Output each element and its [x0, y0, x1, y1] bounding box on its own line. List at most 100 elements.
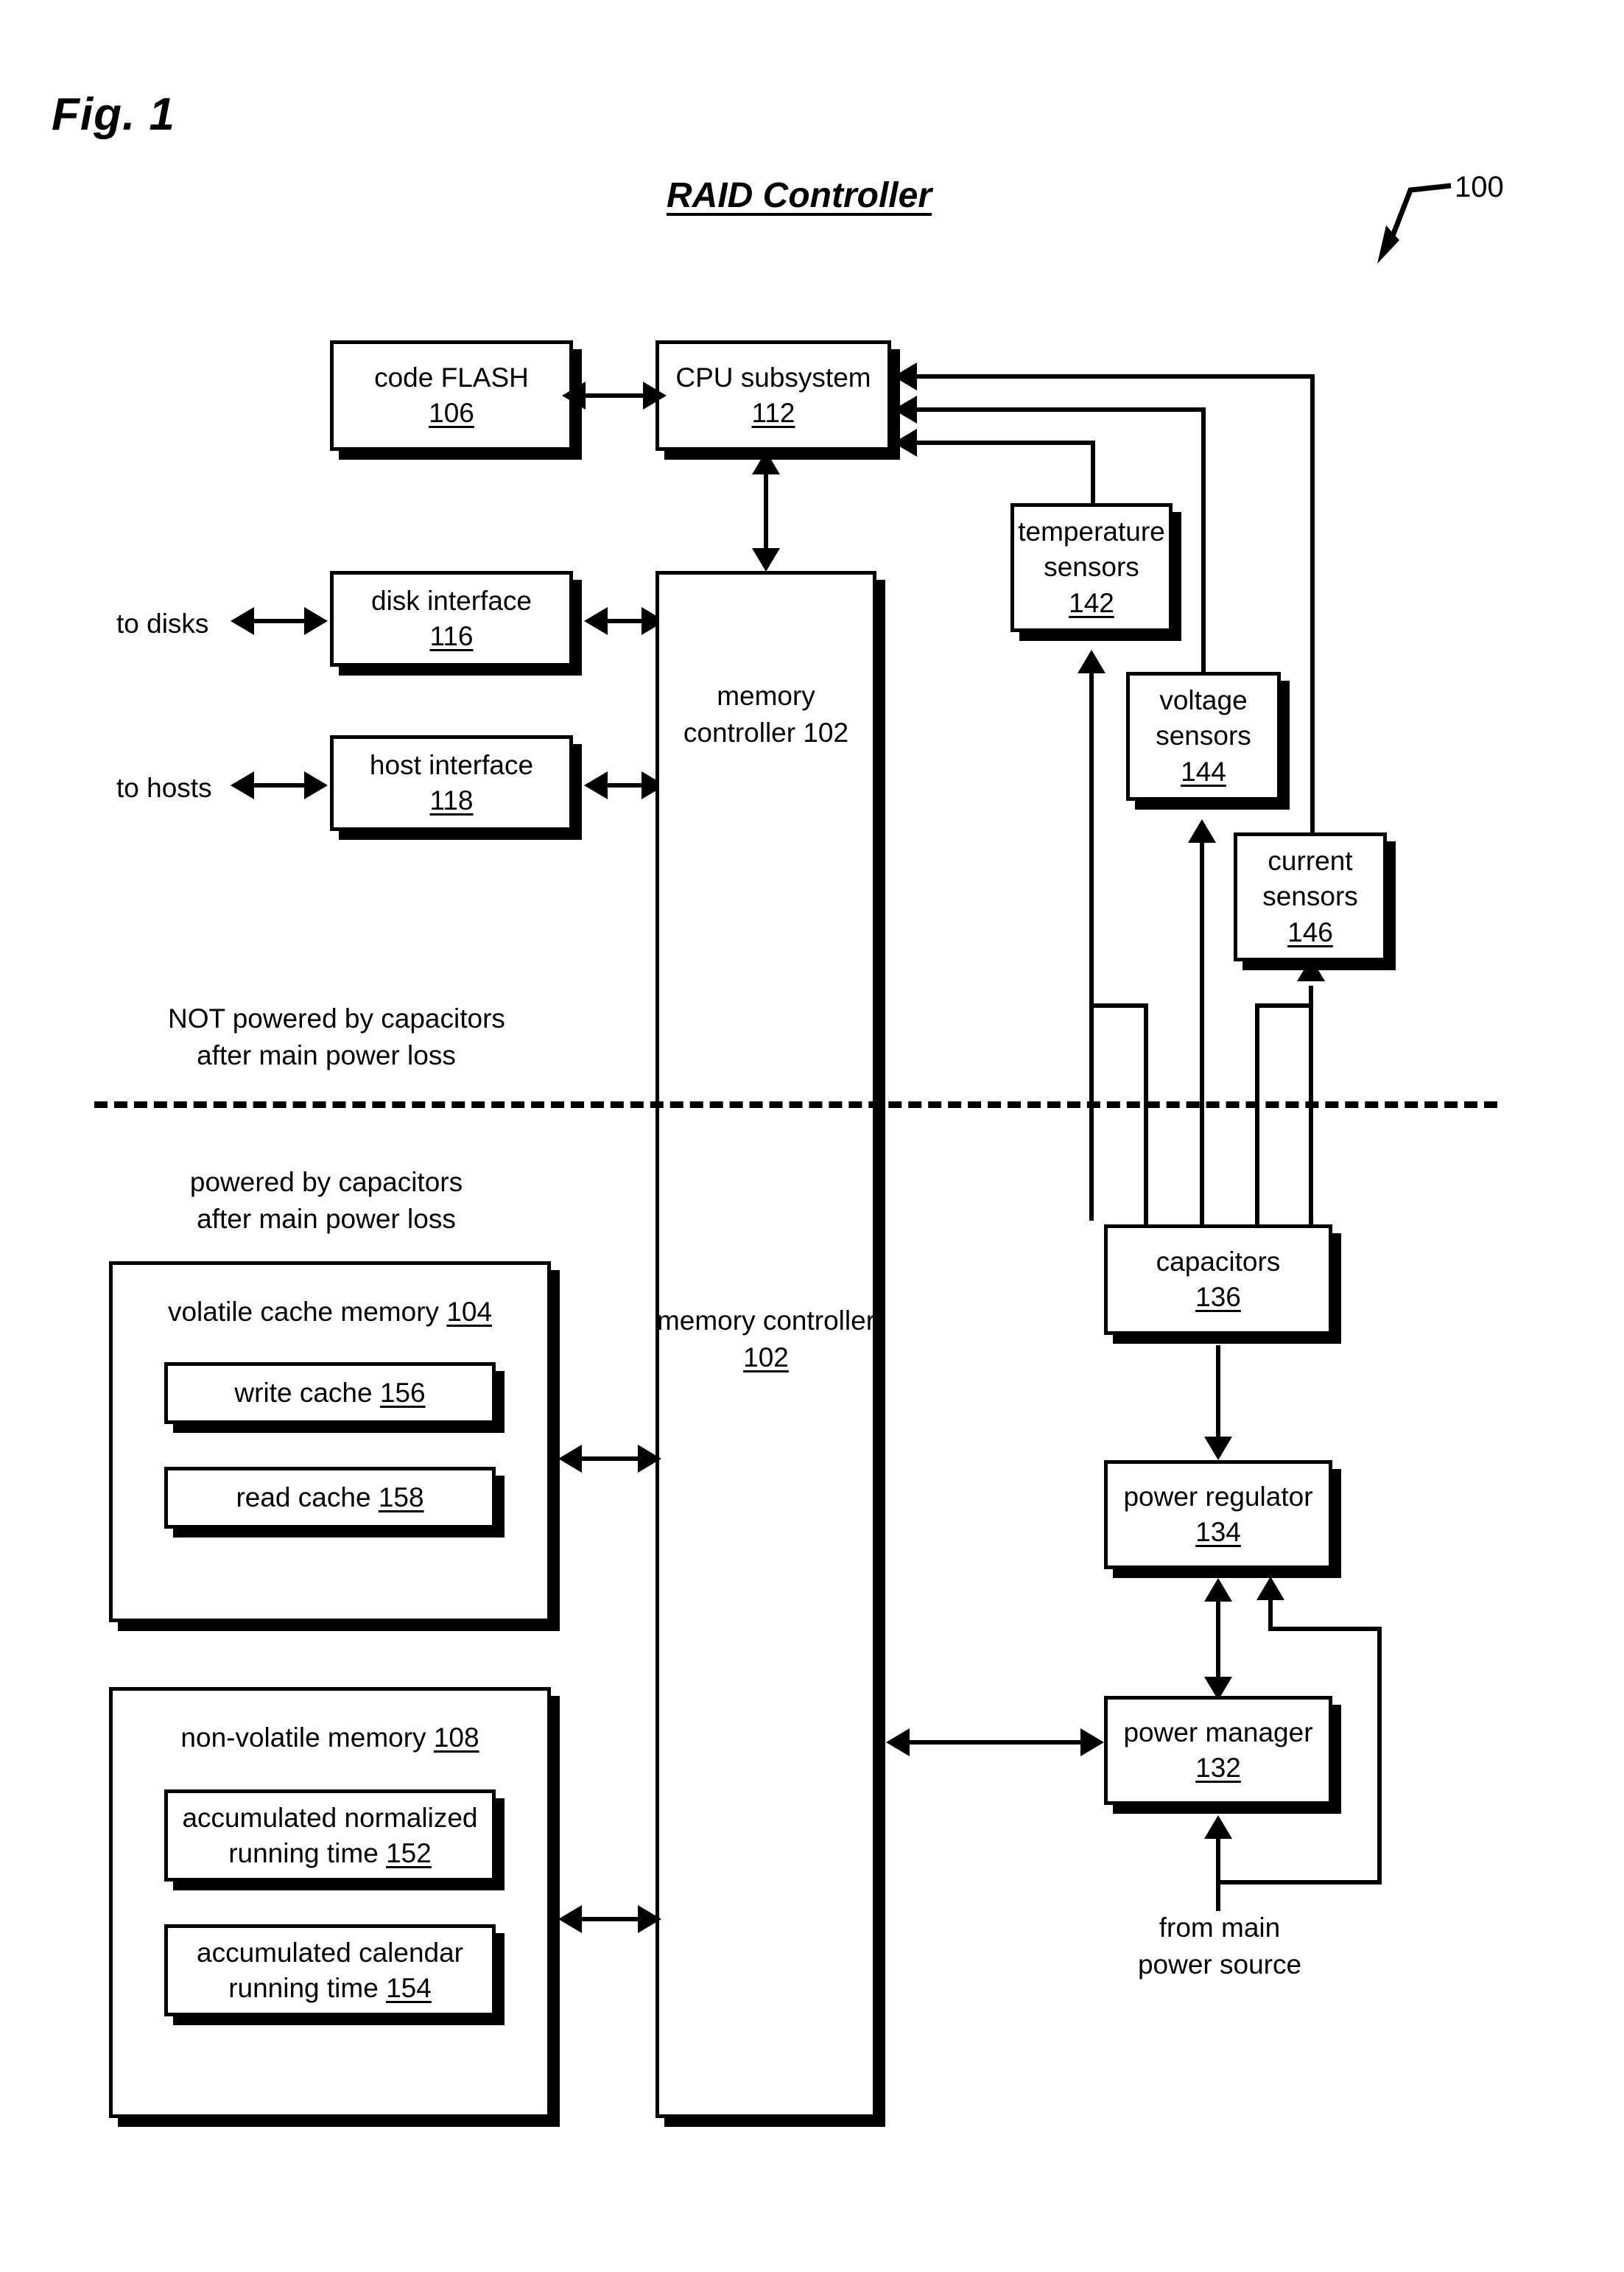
block-number: 104: [446, 1297, 493, 1327]
arrowhead-up: [1204, 1578, 1232, 1602]
label-line2: after main power loss: [197, 1039, 456, 1070]
arrowhead-right: [638, 1445, 661, 1473]
arrowhead-left: [558, 1445, 582, 1473]
link-caps-temperature-v: [1089, 672, 1094, 1221]
link-temperature-cpu-v: [1091, 441, 1095, 505]
link-caps-regulator: [1216, 1345, 1220, 1441]
arrowhead-right: [643, 382, 667, 410]
block-number: 134: [1195, 1517, 1241, 1547]
link-regulator-manager: [1216, 1599, 1220, 1681]
arrowhead-left: [893, 396, 917, 424]
label-line2: power source: [1137, 1949, 1302, 1980]
non-volatile-caption: non-volatile memory 108: [180, 1720, 479, 1756]
link-mainpower-manager: [1216, 1837, 1220, 1911]
block-title: power manager: [1123, 1717, 1313, 1747]
link-mainpower-regulator-h: [1268, 1627, 1382, 1631]
link-diskif-memctl: [608, 619, 643, 623]
arrowhead-down: [1204, 1437, 1232, 1460]
block-title-line2-wrap: running time 152: [228, 1836, 432, 1871]
link-volatile-memctl: [582, 1456, 639, 1461]
block-disk-interface[interactable]: disk interface 116: [330, 571, 573, 667]
block-read-cache[interactable]: read cache 158: [164, 1467, 496, 1529]
arrowhead-left: [562, 382, 586, 410]
block-current-sensors[interactable]: current sensors 146: [1234, 832, 1387, 961]
label-line1: powered by capacitors: [189, 1167, 463, 1197]
block-voltage-sensors[interactable]: voltage sensors 144: [1126, 672, 1281, 801]
block-temperature-sensors[interactable]: temperature sensors 142: [1010, 503, 1173, 632]
block-accumulated-calendar-running-time[interactable]: accumulated calendar running time 154: [164, 1924, 496, 2017]
arrowhead-left: [893, 362, 917, 390]
read-cache-caption: read cache 158: [236, 1480, 423, 1515]
block-title-line1: accumulated calendar: [197, 1937, 463, 1968]
block-number: 156: [379, 1378, 426, 1409]
link-mainpower-loop-h: [1216, 1880, 1382, 1884]
label-powered-by-capacitors: powered by capacitors after main power l…: [168, 1164, 485, 1238]
label-to-disks: to disks: [116, 609, 209, 639]
block-non-volatile-memory[interactable]: non-volatile memory 108 accumulated norm…: [109, 1687, 551, 2118]
block-cpu-subsystem[interactable]: CPU subsystem 112: [655, 340, 891, 451]
link-caps-current-h: [1255, 1003, 1313, 1008]
label-line2: after main power loss: [197, 1203, 456, 1234]
block-title-line1: current: [1268, 846, 1353, 877]
arrowhead-left: [584, 771, 608, 799]
block-accumulated-normalized-running-time[interactable]: accumulated normalized running time 152: [164, 1789, 496, 1882]
arrowhead-left: [231, 771, 254, 799]
block-number: 102: [803, 717, 849, 748]
memory-controller-title: memory controller: [656, 1305, 876, 1336]
arrowhead-up: [1078, 650, 1105, 673]
arrowhead-left: [886, 1728, 910, 1756]
block-number: 118: [429, 785, 474, 816]
arrowhead-right: [638, 1905, 661, 1933]
block-title: non-volatile memory: [180, 1722, 426, 1753]
arrowhead-left: [558, 1905, 582, 1933]
block-capacitors[interactable]: capacitors 136: [1104, 1224, 1332, 1335]
link-voltage-cpu-v: [1201, 407, 1206, 674]
arrowhead-up: [1297, 958, 1325, 981]
block-title: CPU subsystem: [675, 362, 871, 393]
block-power-manager[interactable]: power manager 132: [1104, 1696, 1332, 1805]
block-title: capacitors: [1156, 1246, 1281, 1277]
block-number: 154: [386, 1972, 432, 2003]
block-title-line2: sensors: [1156, 720, 1251, 751]
arrowhead-right: [304, 771, 328, 799]
link-mainpower-loop-v: [1377, 1627, 1382, 1884]
memory-controller-caption: memory controller 102: [655, 1302, 876, 1376]
arrowhead-down: [752, 548, 780, 572]
block-number: 142: [1069, 587, 1114, 618]
arrowhead-left: [893, 429, 917, 457]
link-caps-temperature-v2: [1144, 1003, 1148, 1224]
block-title-line2-wrap: running time 154: [228, 1971, 432, 2006]
block-title: disk interface: [371, 585, 532, 616]
patent-figure-canvas: Fig. 1 RAID Controller 100 code FLASH 10…: [0, 0, 1624, 2272]
block-code-flash[interactable]: code FLASH 106: [330, 340, 573, 451]
block-number: 152: [386, 1837, 432, 1868]
link-voltage-cpu-h: [917, 407, 1206, 412]
link-caps-temperature-h: [1089, 1003, 1148, 1008]
block-host-interface[interactable]: host interface 118: [330, 735, 573, 831]
link-disks-external: [254, 619, 306, 623]
block-number: 144: [1181, 756, 1226, 787]
block-title-line2: sensors: [1262, 881, 1358, 912]
block-title: host interface: [369, 749, 534, 780]
block-number: 108: [433, 1722, 479, 1753]
label-from-main-power-source: from main power source: [1131, 1910, 1308, 1983]
write-cache-caption: write cache 156: [234, 1375, 425, 1411]
link-hostif-memctl: [608, 783, 643, 788]
power-domain-divider: [94, 1101, 1497, 1108]
block-title-line2: sensors: [1044, 552, 1139, 583]
label-line1: from main: [1159, 1912, 1281, 1943]
block-number: 112: [751, 398, 795, 428]
block-volatile-cache-memory[interactable]: volatile cache memory 104 write cache 15…: [109, 1261, 551, 1622]
arrowhead-left: [584, 607, 608, 635]
block-number: 158: [378, 1482, 424, 1513]
link-cpu-memctl: [764, 470, 768, 551]
link-caps-voltage-v: [1200, 841, 1204, 1224]
block-write-cache[interactable]: write cache 156: [164, 1362, 496, 1425]
figure-label: Fig. 1: [52, 89, 175, 140]
link-mainpower-regulator-v: [1268, 1597, 1273, 1630]
memory-controller-number: 102: [743, 1342, 789, 1372]
block-title: read cache: [236, 1482, 371, 1513]
block-power-regulator[interactable]: power regulator 134: [1104, 1460, 1332, 1569]
block-title-line1: voltage: [1159, 685, 1248, 716]
link-hosts-external: [254, 783, 306, 788]
